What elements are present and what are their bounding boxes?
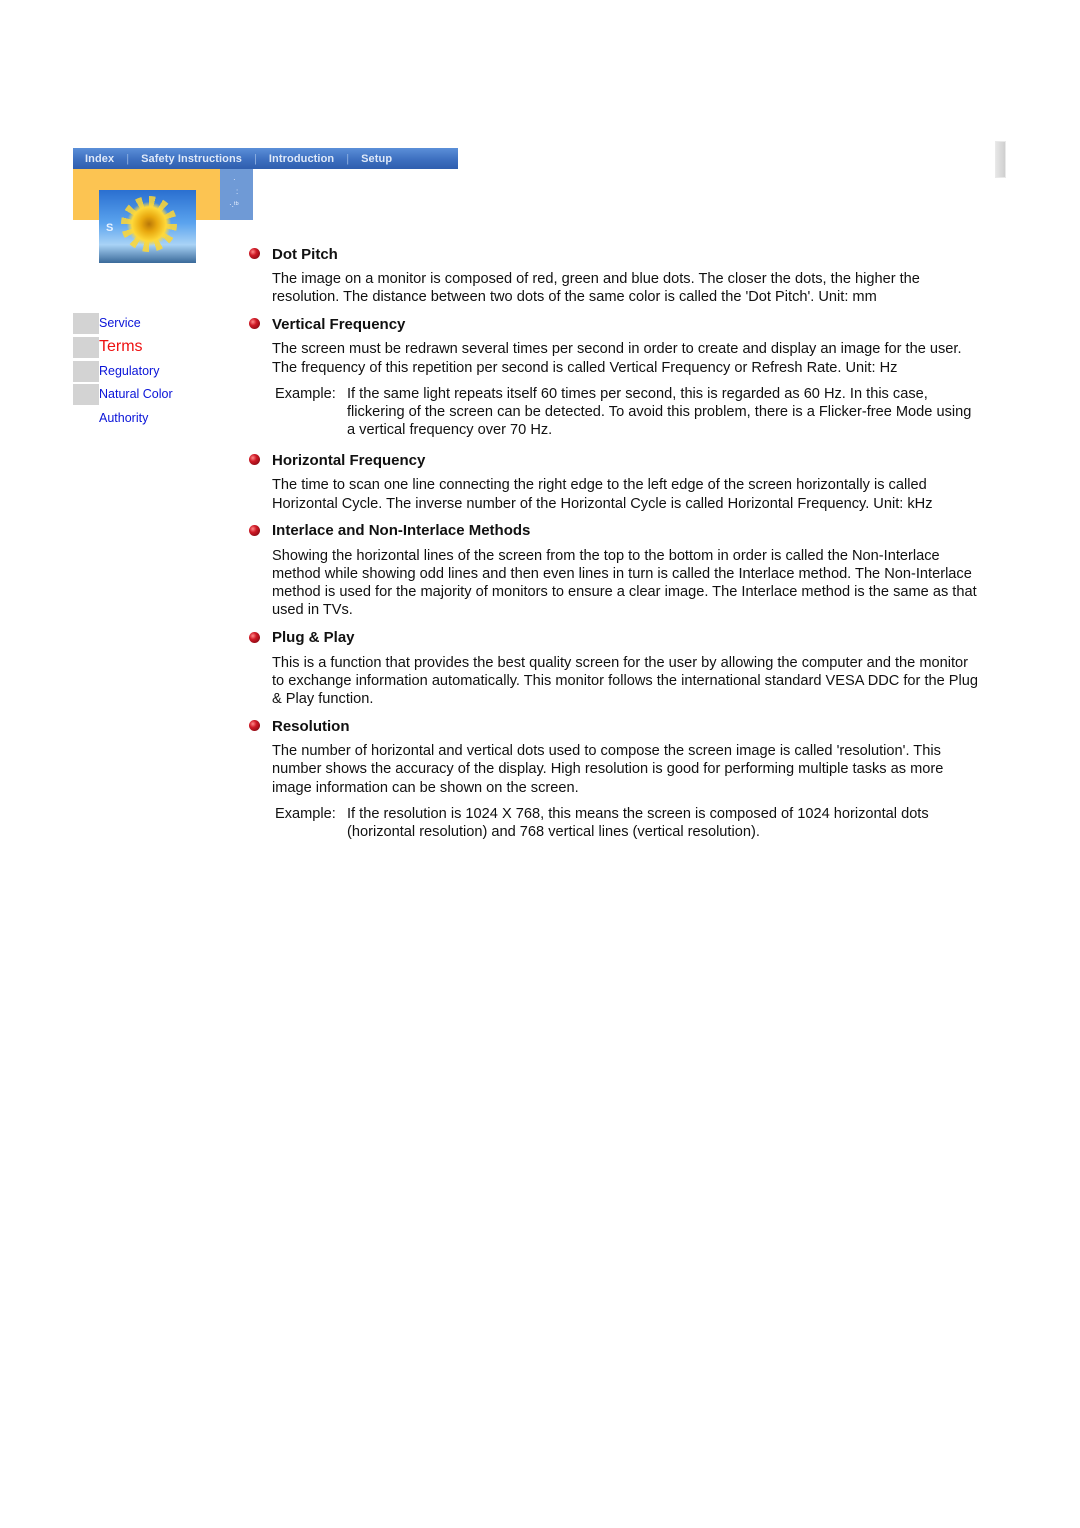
section-heading: Dot Pitch [249,244,979,264]
example-label: Example: [275,385,336,402]
header-blue-banner: · : ·.ᵗᵇ [220,169,253,220]
sidebar-item-service[interactable]: Service [73,312,141,334]
example-block: Example: If the resolution is 1024 X 768… [275,805,979,841]
section-plug-and-play: Plug & Play This is a function that prov… [249,628,979,709]
sidebar-item-regulatory[interactable]: Regulatory [73,360,159,382]
flower-center-graphic [127,202,171,246]
nav-tab-setup[interactable]: Setup [349,153,392,165]
sidebar-item-marker [73,336,99,358]
header-sunflower-image: S [99,190,196,263]
nav-separator: | [126,152,130,165]
sidebar-item-marker [73,408,99,429]
section-body: The screen must be redrawn several times… [272,341,962,376]
section-resolution: Resolution The number of horizontal and … [249,716,979,841]
photo-letter: S [106,222,114,234]
sparkle-decoration: : [236,187,239,196]
red-bullet-icon [249,720,260,732]
section-body: The number of horizontal and vertical do… [272,743,944,796]
red-bullet-icon [249,318,260,330]
section-title: Dot Pitch [272,245,338,263]
section-body: The time to scan one line connecting the… [272,477,933,512]
section-horizontal-frequency: Horizontal Frequency The time to scan on… [249,450,979,512]
sidebar-item-marker [73,312,99,334]
sidebar-item-label[interactable]: Authority [99,411,148,425]
nav-separator: | [346,152,350,165]
nav-tab-introduction[interactable]: Introduction [257,153,334,165]
section-title: Horizontal Frequency [272,451,426,469]
sidebar-item-label[interactable]: Regulatory [99,364,159,378]
section-vertical-frequency: Vertical Frequency The screen must be re… [249,314,979,439]
section-heading: Vertical Frequency [249,314,979,334]
sidebar-item-label[interactable]: Terms [99,338,143,356]
sparkle-decoration: ·.ᵗᵇ [229,200,239,209]
red-bullet-icon [249,454,260,466]
red-bullet-icon [249,631,260,643]
section-heading: Interlace and Non-Interlace Methods [249,521,979,541]
example-text: If the same light repeats itself 60 time… [347,385,972,439]
section-dot-pitch: Dot Pitch The image on a monitor is comp… [249,244,979,306]
section-title: Interlace and Non-Interlace Methods [272,522,531,540]
sidebar-item-marker [73,360,99,382]
red-bullet-icon [249,248,260,259]
section-body: This is a function that provides the bes… [272,654,979,708]
sparkle-decoration: · [233,175,236,184]
main-content: Dot Pitch The image on a monitor is comp… [249,244,979,841]
scrollbar-thumb[interactable] [995,141,1006,178]
sidebar-item-label[interactable]: Service [99,316,141,330]
section-title: Plug & Play [272,629,355,647]
nav-tab-safety-instructions[interactable]: Safety Instructions [129,153,242,165]
sidebar-item-natural-color[interactable]: Natural Color [73,383,173,405]
red-bullet-icon [249,524,260,536]
sidebar-item-marker [73,383,99,405]
nav-tab-index[interactable]: Index [73,153,114,165]
section-body: The image on a monitor is composed of re… [272,271,920,306]
nav-separator: | [254,152,257,165]
example-label: Example: [275,805,336,822]
section-interlace-methods: Interlace and Non-Interlace Methods Show… [249,521,979,620]
sidebar-item-terms[interactable]: Terms [73,336,143,358]
section-heading: Resolution [249,716,979,736]
section-heading: Plug & Play [249,628,979,648]
section-title: Resolution [272,717,350,735]
top-nav-bar: Index | Safety Instructions | Introducti… [73,148,458,169]
sidebar-item-label[interactable]: Natural Color [99,387,173,401]
section-heading: Horizontal Frequency [249,450,979,470]
example-block: Example: If the same light repeats itsel… [275,385,979,440]
section-body: Showing the horizontal lines of the scre… [272,547,977,619]
example-text: If the resolution is 1024 X 768, this me… [347,805,929,841]
section-title: Vertical Frequency [272,315,406,333]
sidebar-item-authority[interactable]: Authority [73,407,148,429]
